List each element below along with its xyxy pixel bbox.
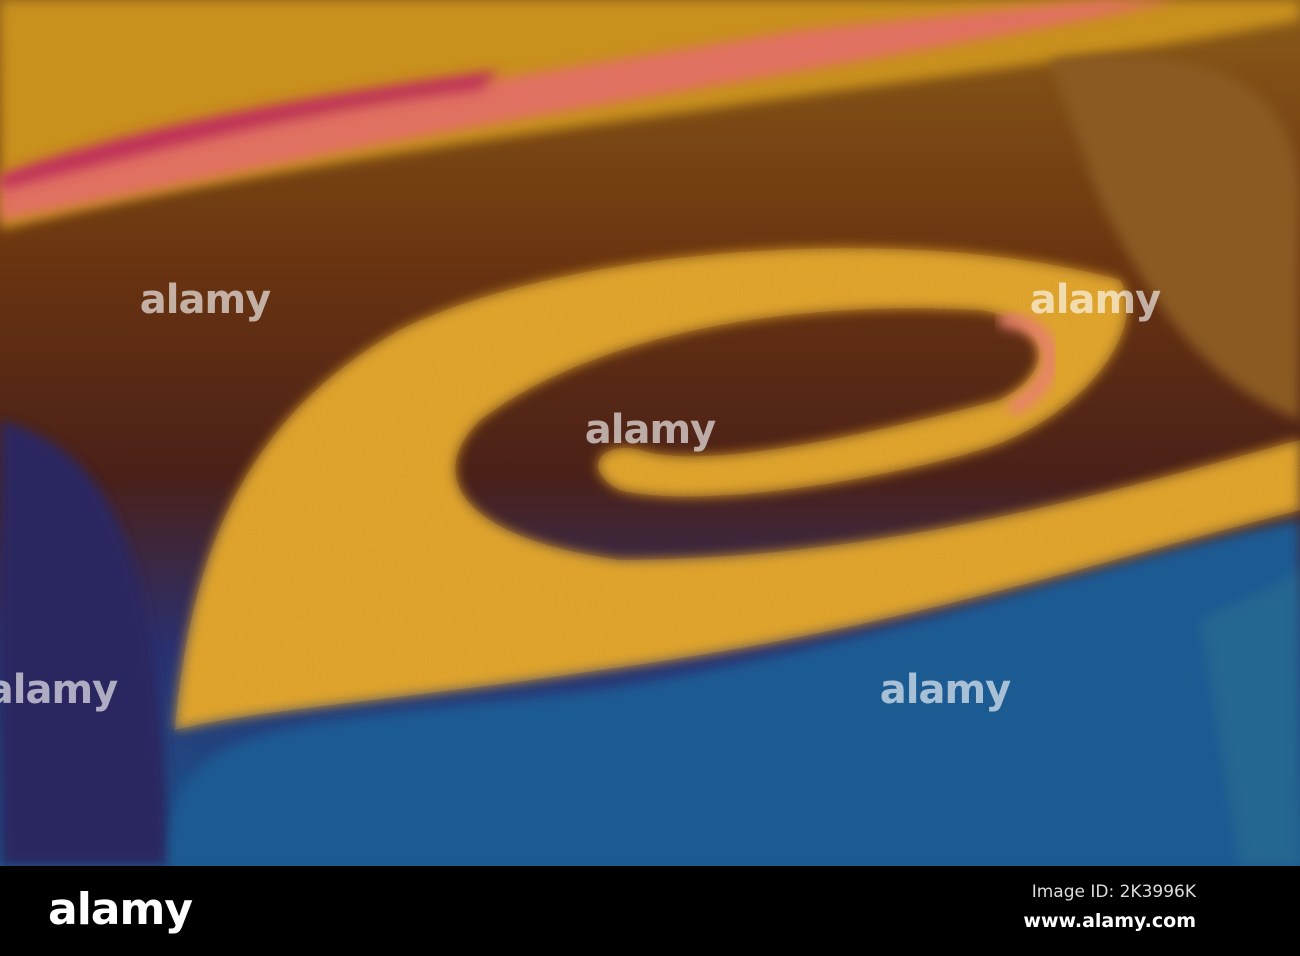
stock-photo: alamy alamy alamy alamy alamy alamy Imag… bbox=[0, 0, 1300, 956]
image-id: Image ID: 2K3996K bbox=[1031, 882, 1196, 902]
watermark: alamy bbox=[139, 277, 271, 323]
footer-bar: alamy Image ID: 2K3996K www.alamy.com bbox=[0, 866, 1300, 956]
watermark: alamy bbox=[1029, 277, 1161, 323]
alamy-logo: alamy bbox=[48, 884, 193, 935]
website-link[interactable]: www.alamy.com bbox=[1023, 910, 1196, 932]
watermark: alamy bbox=[879, 667, 1011, 713]
watermark: alamy bbox=[584, 407, 716, 453]
watermark: alamy bbox=[0, 667, 118, 713]
